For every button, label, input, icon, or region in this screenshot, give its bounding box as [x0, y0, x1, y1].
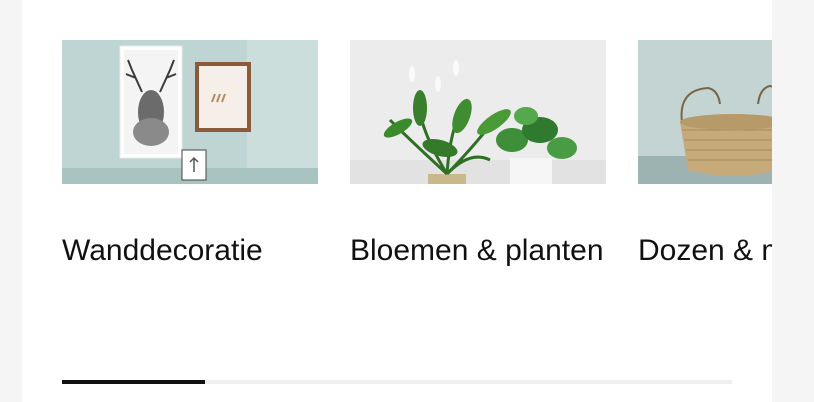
category-card-bloemen-planten[interactable]: Bloemen & planten: [350, 40, 606, 274]
carousel-scrollbar[interactable]: [62, 380, 732, 384]
basket-image[interactable]: [638, 40, 772, 184]
category-card-wanddecoratie[interactable]: Wanddecoratie: [62, 40, 318, 274]
category-panel: Wanddecoratie Bloemen & planten Dozen &: [22, 0, 772, 402]
category-carousel[interactable]: Wanddecoratie Bloemen & planten Dozen &: [62, 40, 772, 330]
category-label[interactable]: Dozen & manden: [638, 228, 772, 274]
category-card-dozen-manden[interactable]: Dozen & manden: [638, 40, 772, 274]
category-label[interactable]: Bloemen & planten: [350, 228, 606, 274]
plants-image[interactable]: [350, 40, 606, 184]
page-gutter: [772, 0, 814, 402]
category-label[interactable]: Wanddecoratie: [62, 228, 318, 274]
carousel-scrollbar-thumb[interactable]: [62, 380, 205, 384]
wall-decoration-image[interactable]: [62, 40, 318, 184]
